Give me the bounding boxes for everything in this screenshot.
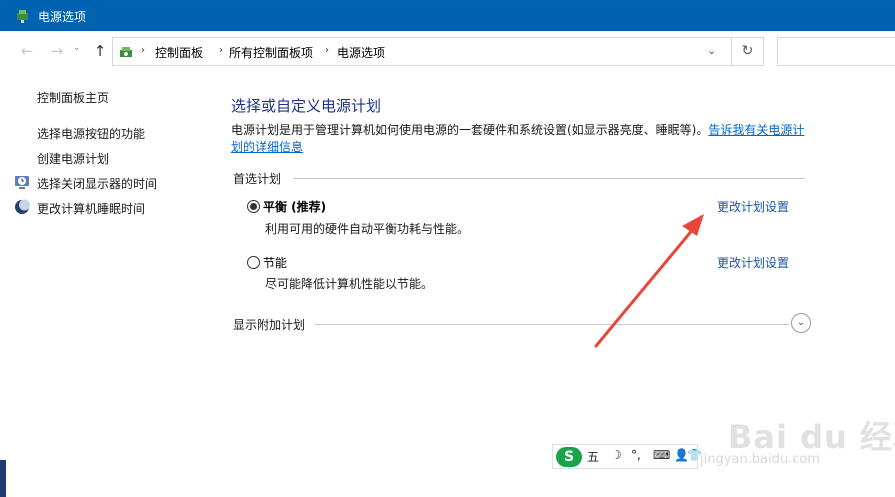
left-pane: 控制面板主页 选择电源按钮的功能 创建电源计划 选择关闭显示器的时间 更改计算机… bbox=[0, 71, 215, 497]
control-panel-icon bbox=[120, 47, 132, 57]
control-panel-home-link[interactable]: 控制面板主页 bbox=[37, 89, 109, 106]
title-bar: 电源选项 bbox=[0, 0, 895, 31]
plan-radio-balanced[interactable] bbox=[247, 200, 260, 213]
preferred-plans-label: 首选计划 bbox=[233, 172, 282, 186]
back-arrow-icon[interactable]: ← bbox=[18, 42, 36, 60]
breadcrumb-control-panel[interactable]: 控制面板 bbox=[155, 44, 203, 61]
sidebar-item-create-plan[interactable]: 创建电源计划 bbox=[37, 150, 109, 167]
breadcrumb-separator-icon[interactable]: › bbox=[219, 45, 223, 56]
breadcrumb-power-options[interactable]: 电源选项 bbox=[337, 44, 385, 61]
breadcrumb-separator-icon[interactable]: › bbox=[141, 45, 145, 56]
recent-locations-chevron-icon[interactable]: ⌄ bbox=[73, 43, 81, 53]
monitor-clock-icon bbox=[15, 176, 29, 189]
skin-icon[interactable]: 👕 bbox=[687, 448, 702, 462]
ime-mode-label[interactable]: 五 bbox=[587, 448, 599, 465]
refresh-icon[interactable]: ↻ bbox=[732, 37, 764, 66]
punctuation-icon[interactable]: °, bbox=[631, 448, 641, 462]
moon-icon bbox=[15, 199, 30, 214]
address-bar[interactable]: › 控制面板 › 所有控制面板项 › 电源选项 ⌄ bbox=[112, 37, 732, 66]
plan-name-balanced[interactable]: 平衡 (推荐) bbox=[263, 198, 326, 215]
watermark-url: jingyan.baidu.com bbox=[700, 452, 820, 467]
forward-arrow-icon[interactable]: → bbox=[48, 42, 66, 60]
power-options-icon bbox=[17, 10, 28, 23]
search-input[interactable] bbox=[777, 37, 895, 66]
sidebar-item-power-button[interactable]: 选择电源按钮的功能 bbox=[37, 125, 145, 142]
ime-toolbar: S 五 ☽ °, ⌨ 👤 👕 bbox=[552, 444, 702, 469]
description-text: 电源计划是用于管理计算机如何使用电源的一套硬件和系统设置(如显示器亮度、睡眠等)… bbox=[231, 123, 709, 137]
keyboard-icon[interactable]: ⌨ bbox=[653, 448, 670, 462]
page-description: 电源计划是用于管理计算机如何使用电源的一套硬件和系统设置(如显示器亮度、睡眠等)… bbox=[231, 122, 811, 156]
navigation-bar: ← → ⌄ ↑ › 控制面板 › 所有控制面板项 › 电源选项 ⌄ ↻ bbox=[0, 31, 895, 71]
sogou-logo-icon[interactable]: S bbox=[556, 447, 582, 467]
sidebar-item-display-off[interactable]: 选择关闭显示器的时间 bbox=[37, 175, 157, 192]
sidebar-item-sleep-time[interactable]: 更改计算机睡眠时间 bbox=[37, 200, 145, 217]
change-plan-settings-link[interactable]: 更改计划设置 bbox=[717, 198, 789, 215]
plan-desc-balanced: 利用可用的硬件自动平衡功耗与性能。 bbox=[265, 222, 470, 236]
plan-radio-power-saver[interactable] bbox=[247, 256, 260, 269]
taskbar-edge bbox=[0, 460, 6, 497]
plan-desc-power-saver: 尽可能降低计算机性能以节能。 bbox=[265, 277, 434, 291]
breadcrumb-separator-icon[interactable]: › bbox=[325, 45, 329, 56]
divider bbox=[315, 324, 789, 325]
page-title: 选择或自定义电源计划 bbox=[231, 97, 382, 115]
moon-icon[interactable]: ☽ bbox=[611, 448, 622, 462]
address-dropdown-icon[interactable]: ⌄ bbox=[707, 44, 716, 57]
watermark: Bai du 经验 jingyan.baidu.com bbox=[680, 400, 895, 497]
show-additional-plans-label[interactable]: 显示附加计划 bbox=[233, 316, 305, 333]
breadcrumb-all-items[interactable]: 所有控制面板项 bbox=[229, 44, 313, 61]
up-arrow-icon[interactable]: ↑ bbox=[91, 42, 109, 60]
chevron-down-icon[interactable]: ⌄ bbox=[791, 313, 811, 333]
plan-name-power-saver[interactable]: 节能 bbox=[263, 254, 287, 271]
window-title: 电源选项 bbox=[38, 10, 87, 24]
divider bbox=[293, 178, 805, 179]
change-plan-settings-link[interactable]: 更改计划设置 bbox=[717, 254, 789, 271]
